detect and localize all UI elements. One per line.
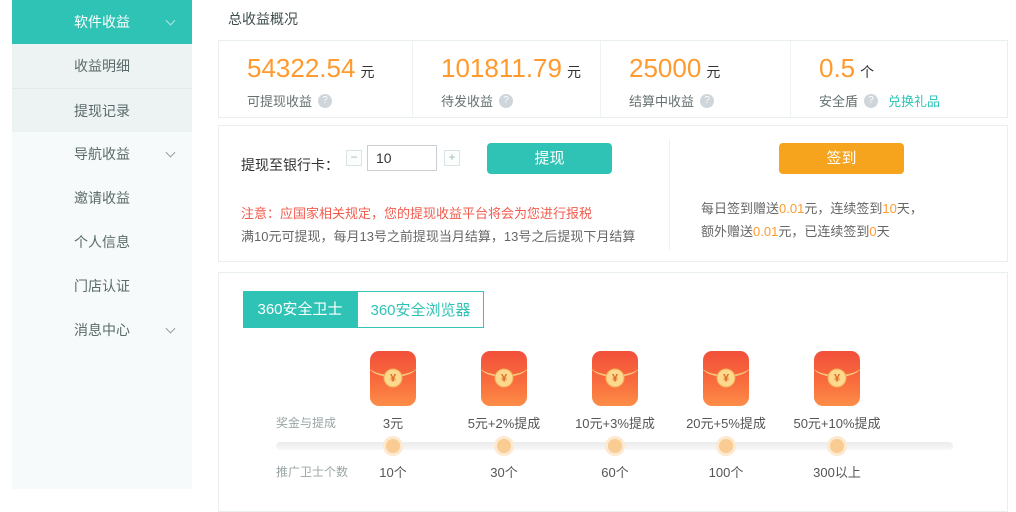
stat-unit: 元 [360, 62, 374, 82]
sidebar-item-software-earnings[interactable]: 软件收益 [12, 0, 192, 44]
red-envelope-icon: ¥ [370, 351, 416, 406]
chevron-down-icon [166, 16, 176, 26]
help-icon[interactable]: ? [499, 94, 513, 108]
withdraw-card: 提现至银行卡： − + 提现 注意：应国家相关规定，您的提现收益平台将会为您进行… [218, 125, 1008, 262]
sidebar-item-label: 导航收益 [74, 144, 130, 164]
withdraw-to-bank-label: 提现至银行卡： [241, 155, 339, 175]
progress-dot [719, 439, 733, 453]
coin-icon: ¥ [384, 369, 403, 388]
bonus-milestone: 5元+2%提成 [468, 413, 541, 432]
bonus-milestone: 50元+10%提成 [793, 413, 880, 432]
stat-label: 待发收益 [441, 91, 493, 110]
tax-warning-note: 注意：应国家相关规定，您的提现收益平台将会为您进行报税 [241, 203, 592, 222]
withdraw-amount-input[interactable] [367, 145, 437, 171]
sidebar-menu: 软件收益 收益明细 提现记录 导航收益 邀请收益 个人信息 门店认证 消息中心 [12, 0, 192, 489]
red-envelope-icon: ¥ [481, 351, 527, 406]
stat-value: 54322.54 [247, 53, 355, 84]
sidebar-item-nav-earnings[interactable]: 导航收益 [12, 132, 192, 176]
coin-icon: ¥ [495, 369, 514, 388]
progress-dot [386, 439, 400, 453]
sidebar-item-label: 收益明细 [74, 56, 130, 76]
red-envelope-icon: ¥ [592, 351, 638, 406]
red-envelope-icon: ¥ [703, 351, 749, 406]
tab-360-browser[interactable]: 360安全浏览器 [357, 291, 484, 328]
count-milestone: 30个 [490, 462, 517, 481]
vertical-divider [669, 139, 670, 250]
sidebar-item-label: 提现记录 [74, 101, 130, 121]
help-icon[interactable]: ? [318, 94, 332, 108]
earnings-overview-card: 54322.54 元 可提现收益 ? 101811.79 元 待发收益 ? 25… [218, 40, 1008, 118]
help-icon[interactable]: ? [700, 94, 714, 108]
count-row-label: 推广卫士个数 [276, 463, 348, 480]
sidebar-item-label: 个人信息 [74, 232, 130, 252]
count-milestone: 60个 [601, 462, 628, 481]
sidebar-item-label: 门店认证 [74, 276, 130, 296]
sidebar-item-label: 邀请收益 [74, 188, 130, 208]
stat-pending-earnings: 101811.79 元 待发收益 ? [413, 41, 601, 117]
stat-unit: 元 [567, 62, 581, 82]
stat-label: 安全盾 [819, 91, 858, 110]
amount-increase-button[interactable]: + [444, 150, 460, 166]
stat-settling-earnings: 25000 元 结算中收益 ? [601, 41, 791, 117]
sidebar-item-label: 软件收益 [74, 12, 130, 32]
sign-in-button[interactable]: 签到 [779, 143, 904, 174]
stat-unit: 个 [860, 62, 874, 82]
redeem-gift-link[interactable]: 兑换礼品 [888, 91, 940, 110]
stat-label: 结算中收益 [629, 91, 694, 110]
tab-360-safeguard[interactable]: 360安全卫士 [243, 291, 357, 328]
red-envelope-icon: ¥ [814, 351, 860, 406]
bonus-milestone: 3元 [383, 413, 403, 432]
progress-dot [830, 439, 844, 453]
bonus-milestone: 10元+3%提成 [575, 413, 655, 432]
coin-icon: ¥ [717, 369, 736, 388]
sidebar-item-message-center[interactable]: 消息中心 [12, 308, 192, 352]
sign-in-line2: 额外赠送0.01元，已连续签到0天 [701, 220, 923, 243]
sidebar-item-withdraw-records[interactable]: 提现记录 [12, 88, 192, 132]
stat-withdrawable-earnings: 54322.54 元 可提现收益 ? [219, 41, 413, 117]
stat-unit: 元 [706, 62, 720, 82]
coin-icon: ¥ [606, 369, 625, 388]
chevron-down-icon [166, 148, 176, 158]
count-milestone: 10个 [379, 462, 406, 481]
promotion-rewards-card: 360安全卫士 360安全浏览器 ¥ ¥ ¥ ¥ ¥ 奖金与提成 3元 5元+2… [218, 272, 1008, 512]
stat-value: 101811.79 [441, 53, 562, 84]
sidebar-item-personal-info[interactable]: 个人信息 [12, 220, 192, 264]
coin-icon: ¥ [828, 369, 847, 388]
progress-dot [497, 439, 511, 453]
count-milestone: 100个 [709, 462, 744, 481]
chevron-down-icon [166, 324, 176, 334]
stat-label: 可提现收益 [247, 91, 312, 110]
bonus-row-label: 奖金与提成 [276, 414, 336, 431]
bonus-milestone: 20元+5%提成 [686, 413, 766, 432]
stat-value: 0.5 [819, 53, 855, 84]
sidebar-item-label: 消息中心 [74, 320, 130, 340]
help-icon[interactable]: ? [864, 94, 878, 108]
stat-security-shield: 0.5 个 安全盾 ? 兑换礼品 [791, 41, 1007, 117]
amount-decrease-button[interactable]: − [346, 150, 362, 166]
sidebar-item-earnings-detail[interactable]: 收益明细 [12, 44, 192, 88]
withdraw-button[interactable]: 提现 [487, 143, 612, 174]
count-milestone: 300以上 [813, 462, 861, 481]
stat-value: 25000 [629, 53, 701, 84]
withdraw-rules-note: 满10元可提现，每月13号之前提现当月结算，13号之后提现下月结算 [241, 226, 635, 245]
sidebar: 软件收益 收益明细 提现记录 导航收益 邀请收益 个人信息 门店认证 消息中心 [0, 0, 192, 489]
progress-dot [608, 439, 622, 453]
sign-in-line1: 每日签到赠送0.01元，连续签到10天， [701, 197, 923, 220]
product-tabs: 360安全卫士 360安全浏览器 [243, 291, 484, 328]
page-title: 总收益概况 [228, 9, 298, 29]
sidebar-item-invite-earnings[interactable]: 邀请收益 [12, 176, 192, 220]
main-content: 总收益概况 54322.54 元 可提现收益 ? 101811.79 元 待发收… [218, 0, 1010, 489]
sidebar-item-store-certification[interactable]: 门店认证 [12, 264, 192, 308]
sign-in-description: 每日签到赠送0.01元，连续签到10天， 额外赠送0.01元，已连续签到0天 [701, 197, 923, 243]
